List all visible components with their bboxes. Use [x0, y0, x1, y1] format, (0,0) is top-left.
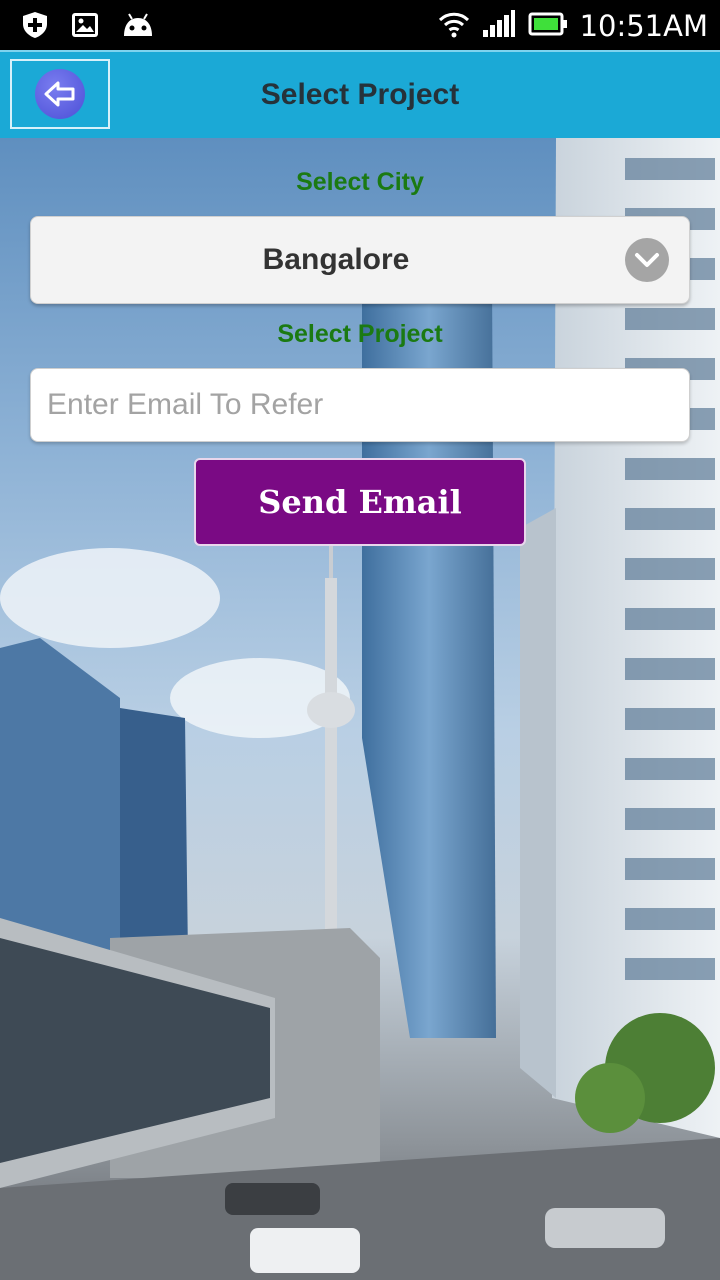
project-label: Select Project — [277, 320, 443, 348]
content-area: Select City Bangalore Select Project Sen… — [0, 138, 720, 1280]
clock-time: 10:51AM — [579, 9, 708, 43]
back-arrow-icon — [35, 69, 85, 119]
wifi-icon — [438, 10, 470, 43]
image-icon — [70, 10, 100, 45]
battery-icon — [528, 11, 568, 42]
status-bar: 10:51AM — [0, 0, 720, 50]
back-button[interactable] — [10, 59, 110, 129]
android-icon — [120, 10, 156, 45]
send-email-button[interactable]: Send Email — [194, 458, 526, 546]
app-bar: Select Project — [0, 50, 720, 138]
city-selected-value: Bangalore — [262, 243, 410, 276]
shield-plus-icon — [20, 10, 50, 45]
city-label: Select City — [296, 168, 424, 196]
chevron-down-icon — [625, 238, 669, 282]
city-skyline-background — [0, 138, 720, 1280]
signal-icon — [482, 9, 516, 43]
email-input[interactable] — [30, 368, 690, 442]
city-dropdown[interactable]: Bangalore — [30, 216, 690, 304]
